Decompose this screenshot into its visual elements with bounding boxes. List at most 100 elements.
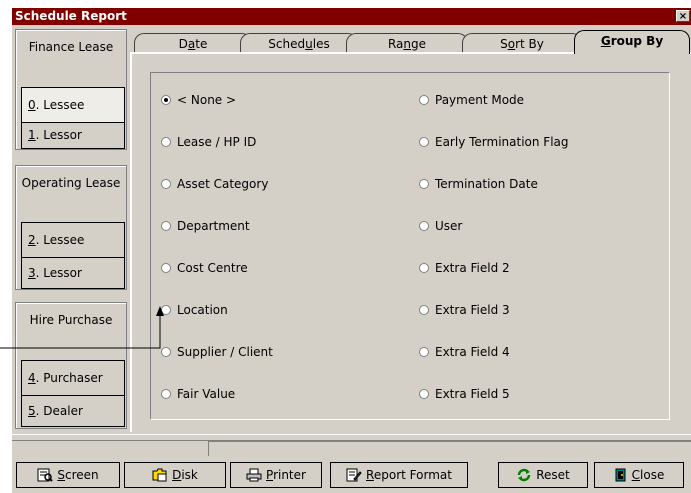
operating-lessee-button[interactable]: 2. Lessee xyxy=(21,222,125,258)
radio-supplier-client[interactable]: Supplier / Client xyxy=(161,343,273,361)
title-bar: Schedule Report × xyxy=(12,8,691,25)
tab-sort-by[interactable]: Sort By xyxy=(462,33,582,53)
radio-extra-field-5[interactable]: Extra Field 5 xyxy=(419,385,510,403)
printer-button[interactable]: Printer xyxy=(230,462,322,488)
operating-lessor-key: 3 xyxy=(28,266,36,280)
tab-schedules-label-rest: les xyxy=(312,37,330,51)
radio-lease-hp-id[interactable]: Lease / HP ID xyxy=(161,133,256,151)
close-door-icon xyxy=(615,468,626,482)
hire-dealer-key: 5 xyxy=(28,404,36,418)
radio-none-button[interactable] xyxy=(161,95,171,105)
radio-location-button[interactable] xyxy=(161,305,171,315)
radio-termination-date-button[interactable] xyxy=(419,179,429,189)
hire-purchaser-key: 4 xyxy=(28,371,36,385)
operating-lessee-key: 2 xyxy=(28,233,36,247)
radio-location[interactable]: Location xyxy=(161,301,228,319)
screen-button[interactable]: Screen xyxy=(16,462,120,488)
radio-extra-field-2-button[interactable] xyxy=(419,263,429,273)
radio-payment-mode-button[interactable] xyxy=(419,95,429,105)
close-icon[interactable]: × xyxy=(676,10,690,22)
radio-early-termination-flag[interactable]: Early Termination Flag xyxy=(419,133,569,151)
radio-department-button[interactable] xyxy=(161,221,171,231)
radio-lease-hp-id-button[interactable] xyxy=(161,137,171,147)
tab-date-label-rest: te xyxy=(195,37,208,51)
disk-label: isk xyxy=(181,468,198,482)
radio-department[interactable]: Department xyxy=(161,217,250,235)
radio-extra-field-2-label: Extra Field 2 xyxy=(435,261,510,275)
radio-cost-centre-button[interactable] xyxy=(161,263,171,273)
radio-user[interactable]: User xyxy=(419,217,462,235)
radio-extra-field-4-button[interactable] xyxy=(419,347,429,357)
report-format-button[interactable]: Report Format xyxy=(330,462,468,488)
operating-lessor-label: . Lessor xyxy=(35,266,82,280)
close-button[interactable]: Close xyxy=(594,462,684,488)
tab-sort-by-hotkey: o xyxy=(507,37,516,51)
radio-fair-value-button[interactable] xyxy=(161,389,171,399)
radio-payment-mode[interactable]: Payment Mode xyxy=(419,91,524,109)
radio-asset-category-button[interactable] xyxy=(161,179,171,189)
screen-label: creen xyxy=(64,468,99,482)
operating-lease-group: Operating Lease 2. Lessee 3. Lessor xyxy=(15,165,127,290)
tab-range-label: Ra xyxy=(387,37,404,51)
operating-lessor-button[interactable]: 3. Lessor xyxy=(21,257,125,289)
tab-date[interactable]: Date xyxy=(134,33,252,53)
radio-extra-field-4-label: Extra Field 4 xyxy=(435,345,510,359)
reset-button[interactable]: Reset xyxy=(498,462,588,488)
screen-icon xyxy=(37,468,54,482)
tab-group-by[interactable]: Group By xyxy=(574,30,690,54)
group-by-options-panel: < None > Lease / HP ID Asset Category De… xyxy=(150,72,670,420)
printer-label: rinter xyxy=(273,468,306,482)
radio-early-termination-flag-label: Early Termination Flag xyxy=(435,135,569,149)
finance-lessee-key: 0 xyxy=(28,98,36,112)
schedule-report-window: Schedule Report × Finance Lease 0. Lesse… xyxy=(12,8,691,493)
radio-none[interactable]: < None > xyxy=(161,91,236,109)
radio-termination-date[interactable]: Termination Date xyxy=(419,175,538,193)
tab-range-hotkey: n xyxy=(403,37,412,51)
finance-lessor-key: 1 xyxy=(28,128,36,142)
hire-purchaser-label: . Purchaser xyxy=(35,371,103,385)
operating-lessee-label: . Lessee xyxy=(35,233,85,247)
radio-cost-centre[interactable]: Cost Centre xyxy=(161,259,248,277)
finance-lessor-button[interactable]: 1. Lessor xyxy=(21,122,125,149)
radio-fair-value-label: Fair Value xyxy=(177,387,236,401)
tab-sort-by-label: S xyxy=(500,37,508,51)
printer-hotkey: P xyxy=(266,468,274,482)
radio-early-termination-flag-button[interactable] xyxy=(419,137,429,147)
tab-schedules[interactable]: Schedules xyxy=(240,33,358,53)
radio-supplier-client-button[interactable] xyxy=(161,347,171,357)
finance-lessee-button[interactable]: 0. Lessee xyxy=(21,87,125,123)
tab-range-label-rest: ge xyxy=(411,37,427,51)
radio-payment-mode-label: Payment Mode xyxy=(435,93,525,107)
radio-extra-field-3-label: Extra Field 3 xyxy=(435,303,510,317)
close-label: lose xyxy=(640,468,665,482)
report-tabs: Date Schedules Range Sort By Group By xyxy=(130,30,691,54)
radio-location-label: Location xyxy=(177,303,228,317)
radio-asset-category[interactable]: Asset Category xyxy=(161,175,268,193)
radio-extra-field-3-button[interactable] xyxy=(419,305,429,315)
hire-dealer-button[interactable]: 5. Dealer xyxy=(21,395,125,427)
report-format-icon xyxy=(346,468,362,482)
report-format-label: eport Format xyxy=(373,468,452,482)
radio-none-label: < None > xyxy=(177,93,237,107)
tab-group-by-label-rest: roup By xyxy=(610,34,664,48)
hire-dealer-label: . Dealer xyxy=(35,404,83,418)
radio-extra-field-5-label: Extra Field 5 xyxy=(435,387,510,401)
radio-supplier-client-label: Supplier / Client xyxy=(177,345,273,359)
tab-range[interactable]: Range xyxy=(346,33,468,53)
radio-extra-field-3[interactable]: Extra Field 3 xyxy=(419,301,510,319)
bottom-toolbar: Screen Disk Printer Report Format Reset … xyxy=(12,458,691,493)
radio-extra-field-4[interactable]: Extra Field 4 xyxy=(419,343,510,361)
radio-extra-field-5-button[interactable] xyxy=(419,389,429,399)
radio-extra-field-2[interactable]: Extra Field 2 xyxy=(419,259,510,277)
disk-button[interactable]: Disk xyxy=(124,462,226,488)
report-format-hotkey: R xyxy=(366,468,374,482)
disk-hotkey: D xyxy=(172,468,182,482)
operating-lease-title: Operating Lease xyxy=(21,176,121,190)
hire-purchaser-button[interactable]: 4. Purchaser xyxy=(21,360,125,396)
tab-schedules-hotkey: u xyxy=(305,37,313,51)
radio-fair-value[interactable]: Fair Value xyxy=(161,385,235,403)
radio-lease-hp-id-label: Lease / HP ID xyxy=(177,135,257,149)
radio-user-button[interactable] xyxy=(419,221,429,231)
close-hotkey: C xyxy=(631,468,641,482)
radio-termination-date-label: Termination Date xyxy=(435,177,538,191)
